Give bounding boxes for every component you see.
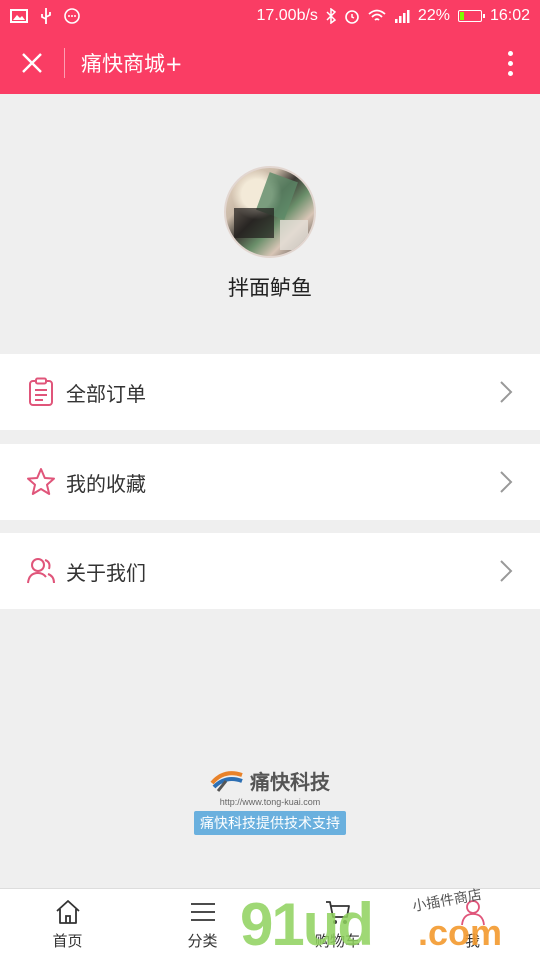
username: 拌面鲈鱼 bbox=[228, 276, 312, 300]
menu-item-label: 全部订单 bbox=[66, 381, 146, 406]
tech-support-badge: 痛快科技提供技术支持 bbox=[194, 811, 346, 835]
star-icon bbox=[26, 467, 56, 497]
home-icon bbox=[55, 900, 80, 924]
tab-label: 我 bbox=[464, 932, 480, 950]
more-dot-icon bbox=[507, 50, 513, 56]
tab-label: 购物车 bbox=[314, 932, 360, 950]
header-divider bbox=[64, 48, 65, 78]
tab-cart[interactable]: 购物车 bbox=[270, 889, 405, 960]
close-icon bbox=[22, 53, 42, 73]
network-speed: 17.00b/s bbox=[256, 7, 318, 24]
tab-category[interactable]: 分类 bbox=[135, 889, 270, 960]
more-dot-icon bbox=[507, 70, 513, 76]
chevron-right-icon bbox=[500, 381, 513, 403]
clock: 16:02 bbox=[489, 7, 530, 24]
clipboard-icon bbox=[26, 377, 56, 407]
battery-percent: 22% bbox=[417, 7, 450, 24]
profile-section: 拌面鲈鱼 bbox=[0, 94, 540, 354]
chevron-right-icon bbox=[500, 560, 513, 582]
person-icon bbox=[460, 900, 485, 926]
battery-icon bbox=[457, 10, 485, 22]
users-icon bbox=[26, 556, 56, 586]
messenger-icon bbox=[64, 8, 80, 24]
page-title: 痛快商城+ bbox=[81, 52, 183, 76]
tab-home[interactable]: 首页 bbox=[0, 889, 135, 960]
close-button[interactable] bbox=[0, 32, 64, 94]
tab-label: 分类 bbox=[187, 932, 218, 950]
alarm-icon bbox=[345, 10, 359, 24]
bluetooth-icon bbox=[326, 8, 336, 24]
chevron-right-icon bbox=[500, 471, 513, 493]
menu-item-orders[interactable]: 全部订单 bbox=[0, 354, 540, 430]
app-header: 痛快商城+ bbox=[0, 32, 540, 94]
bottom-tab-bar: 首页 分类 购物车 我 bbox=[0, 888, 540, 960]
tab-me[interactable]: 我 bbox=[405, 889, 540, 960]
list-icon bbox=[190, 903, 215, 921]
more-menu-button[interactable] bbox=[480, 32, 540, 94]
more-dot-icon bbox=[507, 60, 513, 66]
tab-label: 首页 bbox=[52, 932, 83, 950]
menu-item-label: 我的收藏 bbox=[66, 471, 146, 496]
avatar[interactable] bbox=[224, 166, 316, 258]
brand-logo-icon bbox=[210, 770, 243, 792]
usb-icon bbox=[41, 8, 51, 24]
signal-icon bbox=[394, 10, 410, 23]
image-notification-icon bbox=[10, 9, 28, 23]
menu-item-about[interactable]: 关于我们 bbox=[0, 533, 540, 609]
menu-item-label: 关于我们 bbox=[66, 560, 146, 585]
cart-icon bbox=[325, 901, 350, 924]
brand-url: http://www.tong-kuai.com bbox=[219, 797, 321, 807]
wifi-icon bbox=[368, 9, 386, 21]
brand-footer: 痛快科技 http://www.tong-kuai.com 痛快科技提供技术支持 bbox=[0, 766, 540, 835]
menu-item-favorites[interactable]: 我的收藏 bbox=[0, 444, 540, 520]
brand-name: 痛快科技 bbox=[250, 770, 330, 794]
status-bar: 17.00b/s 22% 16:02 bbox=[0, 0, 540, 32]
